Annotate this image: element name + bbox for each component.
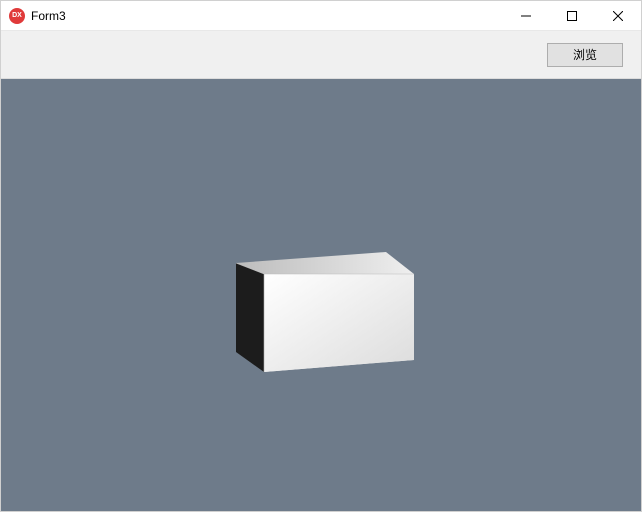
minimize-icon xyxy=(521,11,531,21)
toolbar: 浏览 xyxy=(1,31,641,79)
close-icon xyxy=(613,11,623,21)
3d-viewport[interactable] xyxy=(1,79,641,511)
titlebar: DX Form3 xyxy=(1,1,641,31)
window-controls xyxy=(503,1,641,30)
window-title: Form3 xyxy=(31,9,66,23)
app-icon: DX xyxy=(9,8,25,24)
3d-box xyxy=(236,252,426,385)
close-button[interactable] xyxy=(595,1,641,30)
minimize-button[interactable] xyxy=(503,1,549,30)
app-icon-text: DX xyxy=(12,12,22,19)
browse-button[interactable]: 浏览 xyxy=(547,43,623,67)
browse-button-label: 浏览 xyxy=(573,46,597,63)
maximize-icon xyxy=(567,11,577,21)
maximize-button[interactable] xyxy=(549,1,595,30)
